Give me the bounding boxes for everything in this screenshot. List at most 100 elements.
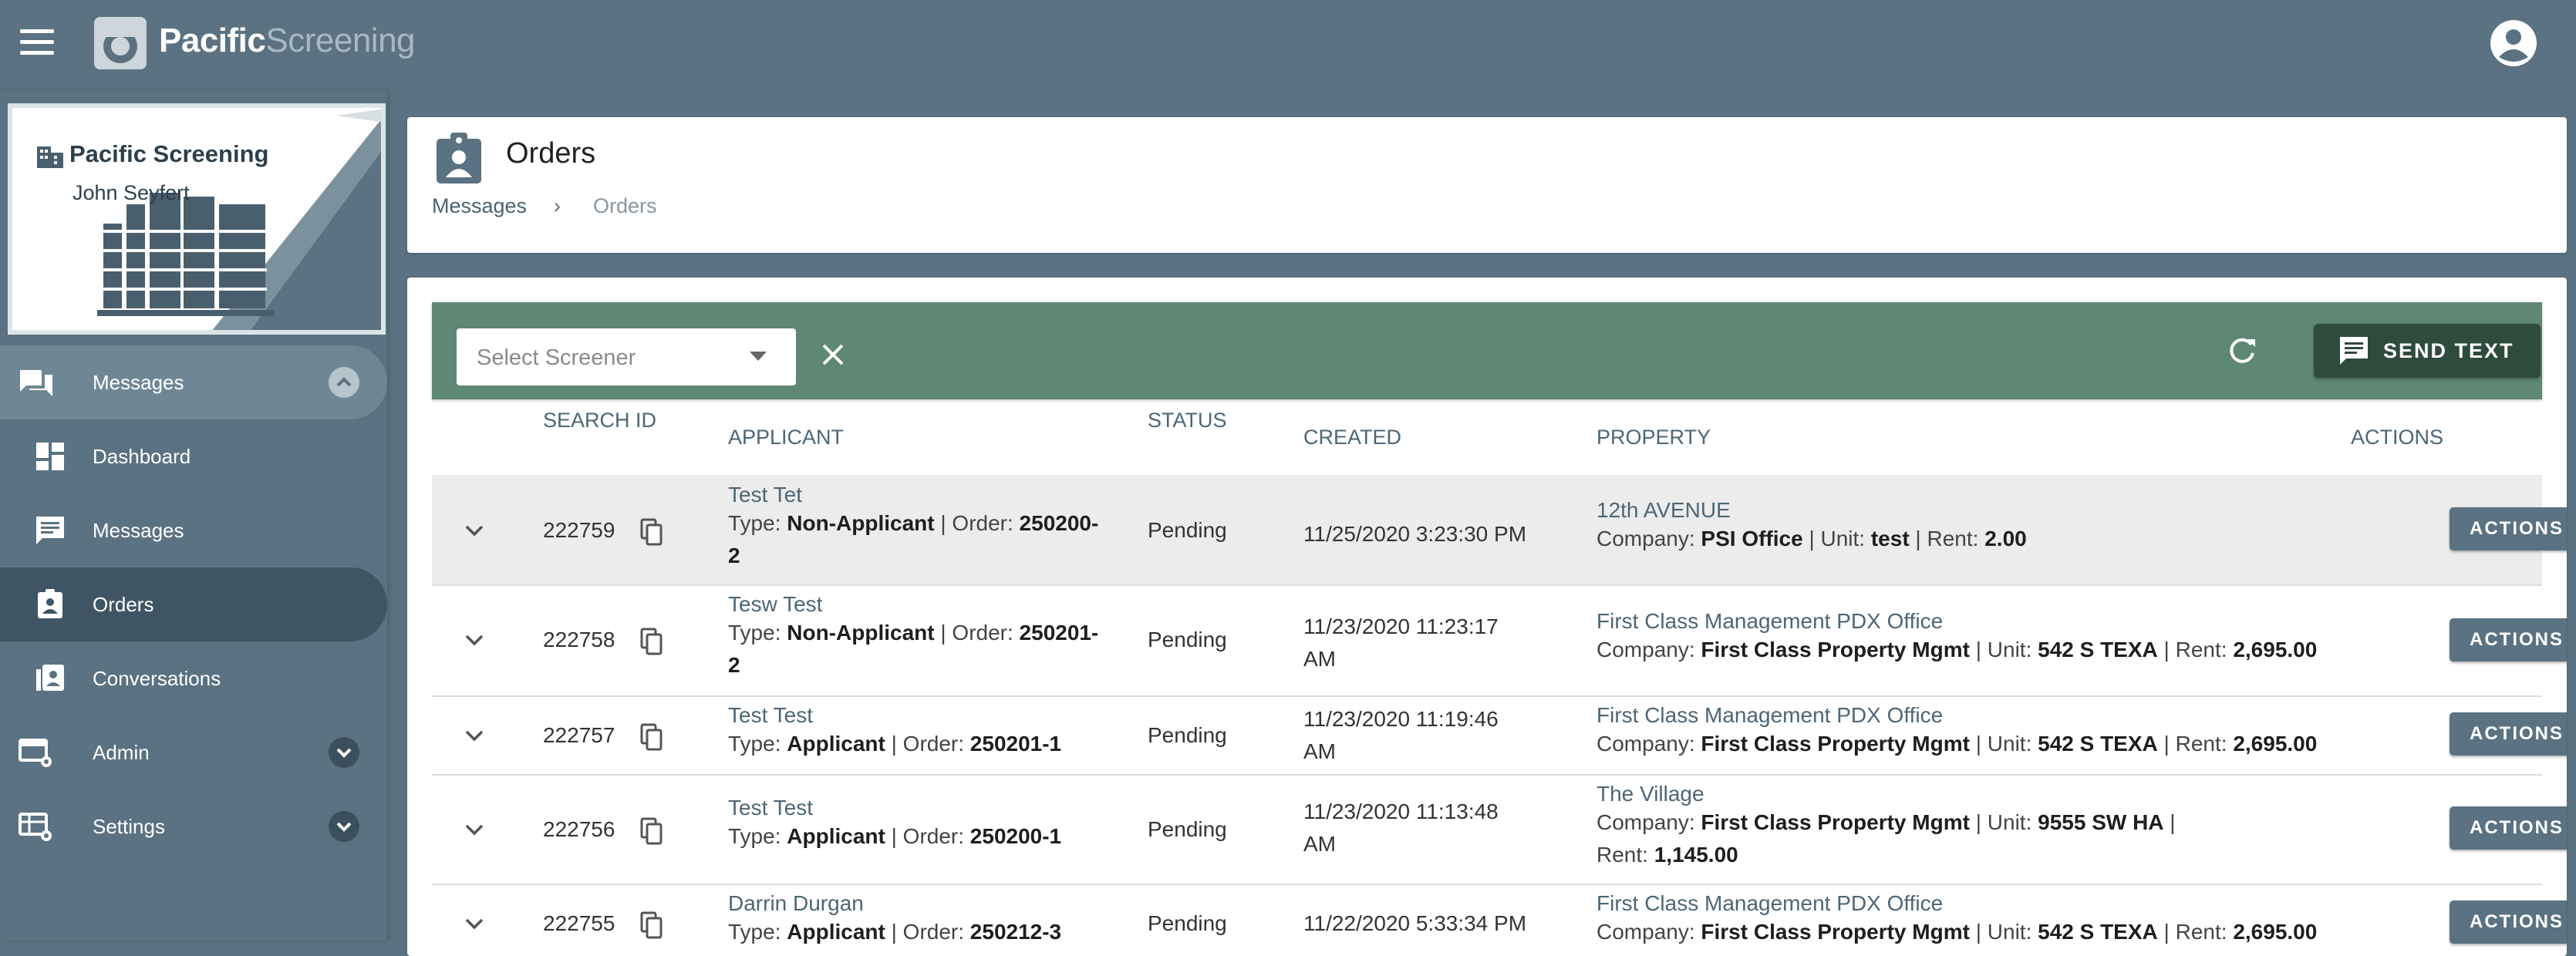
sidebar-item-settings[interactable]: Settings: [0, 789, 387, 863]
property-cell: The Village Company: First Class Propert…: [1597, 782, 2198, 871]
column-header-property[interactable]: PROPERTY: [1597, 426, 1711, 449]
sidebar-item-dashboard[interactable]: Dashboard: [0, 419, 387, 493]
expand-chevron-icon[interactable]: [463, 728, 486, 743]
actions-button-label: ACTIONS: [2470, 629, 2564, 650]
status-text: Pending: [1148, 628, 1227, 651]
chevron-down-icon[interactable]: [329, 737, 359, 768]
copy-icon[interactable]: [640, 817, 663, 845]
breadcrumb-messages[interactable]: Messages: [432, 194, 527, 218]
unit-label: | Unit:: [1975, 810, 2032, 834]
sidebar-item-label: Orders: [93, 592, 154, 616]
company-name: First Class Property Mgmt: [1701, 920, 1970, 944]
type-label: Type:: [728, 511, 781, 535]
menu-icon[interactable]: [20, 29, 54, 57]
company-label: Company:: [1597, 810, 1695, 834]
created-cell: 11/22/2020 5:33:34 PM: [1303, 911, 1581, 936]
business-building-icon: [37, 146, 63, 168]
order-number-wrap: 2: [728, 544, 740, 567]
refresh-icon[interactable]: [2224, 333, 2260, 369]
column-header-search-id[interactable]: SEARCH ID: [543, 409, 656, 433]
applicant-name-link[interactable]: Test Tet: [728, 483, 1129, 507]
search-id: 222758: [543, 628, 615, 651]
copy-icon[interactable]: [640, 628, 663, 655]
actions-button[interactable]: ACTIONS: [2450, 900, 2567, 944]
copy-icon[interactable]: [640, 911, 663, 939]
property-name-link[interactable]: The Village: [1597, 782, 2198, 806]
company-label: Company:: [1597, 638, 1695, 661]
unit-label: | Unit:: [1975, 732, 2032, 756]
property-cell: First Class Management PDX Office Compan…: [1597, 703, 2414, 760]
applicant-cell: Test Test Type: Applicant | Order: 25020…: [728, 703, 1129, 760]
rent-value: 2,695.00: [2233, 638, 2318, 661]
close-icon[interactable]: [818, 339, 848, 370]
account-circle-icon[interactable]: [2489, 19, 2538, 68]
sidebar-item-admin[interactable]: Admin: [0, 715, 387, 789]
column-header-created[interactable]: CREATED: [1303, 426, 1401, 449]
applicant-name-link[interactable]: Test Test: [728, 796, 1129, 820]
search-id: 222759: [543, 518, 615, 542]
breadcrumb-separator: ›: [554, 194, 561, 217]
created-date: 11/23/2020 11:23:17: [1303, 614, 1499, 638]
expand-chevron-icon[interactable]: [463, 916, 486, 931]
order-label: | Order:: [891, 824, 965, 848]
expand-chevron-icon[interactable]: [463, 822, 486, 837]
actions-button-label: ACTIONS: [2470, 817, 2564, 838]
created-cell: 11/23/2020 11:13:48 AM: [1303, 796, 1581, 860]
sidebar-item-messages-group[interactable]: Messages: [0, 345, 387, 419]
type-label: Type:: [728, 824, 781, 848]
type-label: Type:: [728, 920, 781, 944]
search-id: 222755: [543, 911, 615, 935]
actions-button[interactable]: ACTIONS: [2450, 618, 2567, 661]
rent-value: 2.00: [1984, 527, 2027, 550]
copy-icon[interactable]: [640, 518, 663, 546]
sidebar-item-label: Conversations: [93, 666, 221, 690]
order-number-wrap: 2: [728, 653, 740, 677]
created-time-suffix: AM: [1303, 739, 1336, 763]
chevron-up-icon[interactable]: [329, 367, 359, 398]
sidebar-item-messages[interactable]: Messages: [0, 493, 387, 567]
status-text: Pending: [1148, 723, 1227, 747]
logo-primary: Pacific: [159, 22, 266, 59]
actions-button[interactable]: ACTIONS: [2450, 806, 2567, 850]
column-header-status[interactable]: STATUS: [1148, 409, 1227, 433]
send-text-button[interactable]: SEND TEXT: [2314, 324, 2541, 378]
logo-secondary: Screening: [265, 22, 416, 59]
property-name-link[interactable]: 12th AVENUE: [1597, 498, 2414, 523]
assignment-ind-icon: [38, 589, 62, 618]
actions-button[interactable]: ACTIONS: [2450, 712, 2567, 756]
property-name-link[interactable]: First Class Management PDX Office: [1597, 891, 2414, 916]
sidebar: Pacific Screening John Seyfert Messages …: [0, 91, 387, 941]
expand-chevron-icon[interactable]: [463, 523, 486, 538]
sidebar-item-label: Messages: [93, 518, 184, 542]
expand-chevron-icon[interactable]: [463, 632, 486, 648]
sidebar-item-orders[interactable]: Orders: [0, 567, 387, 641]
order-label: | Order:: [940, 621, 1013, 645]
sidebar-nav: Messages Dashboard Messages Orders Conve…: [0, 345, 387, 863]
applicant-cell: Test Test Type: Applicant | Order: 25020…: [728, 796, 1129, 853]
rent-label: Rent:: [1927, 527, 1979, 550]
unit-value: 542 S TEXA: [2038, 638, 2158, 661]
company-label: Company:: [1597, 527, 1695, 550]
applicant-cell: Test Tet Type: Non-Applicant | Order: 25…: [728, 483, 1129, 572]
actions-button-label: ACTIONS: [2470, 518, 2564, 539]
applicant-name-link[interactable]: Tesw Test: [728, 592, 1129, 617]
unit-value: 542 S TEXA: [2038, 732, 2158, 756]
applicant-cell: Darrin Durgan Type: Applicant | Order: 2…: [728, 891, 1129, 948]
unit-value: 9555 SW HA: [2038, 810, 2164, 834]
status-text: Pending: [1148, 911, 1227, 935]
applicant-name-link[interactable]: Darrin Durgan: [728, 891, 1129, 916]
screener-select[interactable]: Select Screener: [457, 328, 796, 385]
applicant-name-link[interactable]: Test Test: [728, 703, 1129, 728]
sidebar-item-label: Settings: [93, 814, 165, 838]
column-header-applicant[interactable]: APPLICANT: [728, 426, 844, 449]
chevron-down-icon[interactable]: [329, 811, 359, 842]
copy-icon[interactable]: [640, 723, 663, 751]
company-name: First Class Property Mgmt: [1701, 638, 1970, 661]
created-date: 11/23/2020 11:13:48: [1303, 799, 1499, 823]
property-name-link[interactable]: First Class Management PDX Office: [1597, 609, 2414, 634]
company-name: First Class Property Mgmt: [1701, 810, 1970, 834]
sidebar-item-conversations[interactable]: Conversations: [0, 641, 387, 715]
unit-label: | Unit:: [1975, 920, 2032, 944]
property-name-link[interactable]: First Class Management PDX Office: [1597, 703, 2414, 728]
actions-button[interactable]: ACTIONS: [2450, 507, 2567, 550]
